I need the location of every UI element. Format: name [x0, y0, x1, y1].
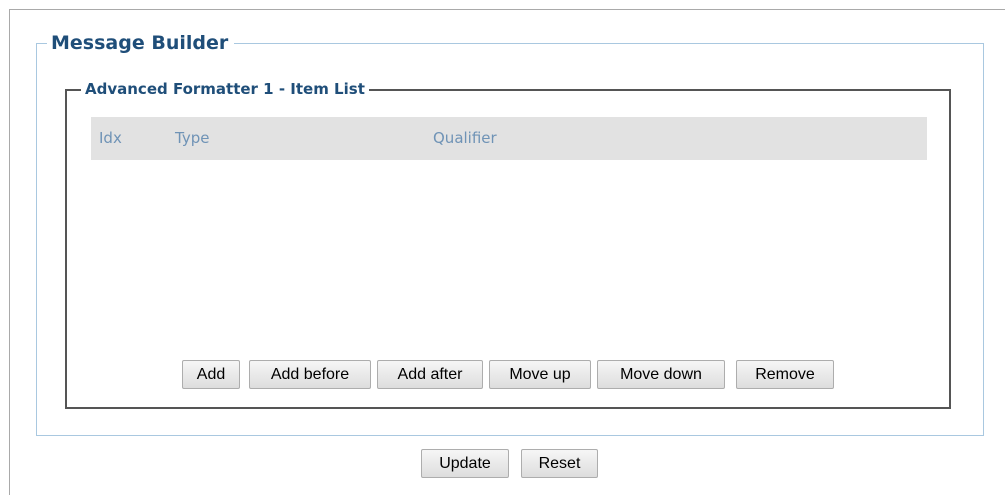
- item-list-table-body: [91, 160, 927, 350]
- item-list-table-header: Idx Type Qualifier: [91, 117, 927, 160]
- column-header-qualifier: Qualifier: [433, 129, 497, 147]
- move-up-button[interactable]: Move up: [489, 360, 591, 389]
- move-down-button[interactable]: Move down: [597, 360, 725, 389]
- add-button[interactable]: Add: [182, 360, 240, 389]
- update-button[interactable]: Update: [421, 449, 509, 478]
- column-header-type: Type: [175, 129, 210, 147]
- item-list-title: Advanced Formatter 1 - Item List: [81, 79, 369, 99]
- add-before-button[interactable]: Add before: [249, 360, 371, 389]
- column-header-idx: Idx: [99, 129, 122, 147]
- message-builder-title: Message Builder: [47, 31, 235, 55]
- reset-button[interactable]: Reset: [521, 449, 598, 478]
- add-after-button[interactable]: Add after: [377, 360, 483, 389]
- remove-button[interactable]: Remove: [736, 360, 834, 389]
